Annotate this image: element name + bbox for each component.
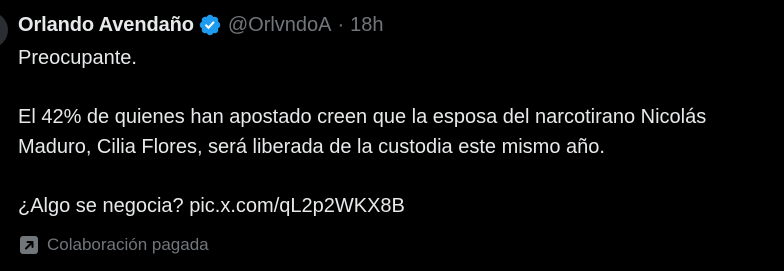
verified-badge-icon[interactable] xyxy=(198,13,222,37)
arrow-up-right-square-icon xyxy=(18,234,40,256)
tweet-header: Orlando Avendaño @OrlvndoA · 18h xyxy=(18,10,384,40)
avatar[interactable] xyxy=(0,12,8,48)
tweet-time[interactable]: 18h xyxy=(350,14,383,37)
tweet-paragraph: Preocupante. xyxy=(18,47,137,69)
header-separator: · xyxy=(337,13,345,36)
author-handle[interactable]: @OrlvndoA xyxy=(228,14,332,37)
tweet-question: ¿Algo se negocia? xyxy=(18,194,190,217)
tweet-text: Preocupante. El 42% de quienes han apost… xyxy=(18,44,778,221)
tweet-paragraph: El 42% de quienes han apostado creen que… xyxy=(18,106,707,158)
paid-partnership-label[interactable]: Colaboración pagada xyxy=(18,234,209,256)
author-name[interactable]: Orlando Avendaño xyxy=(18,14,194,37)
tweet-paragraph: ¿Algo se negocia? pic.x.com/qL2p2WKX8B xyxy=(18,192,778,222)
paid-label: Colaboración pagada xyxy=(47,235,209,254)
media-link[interactable]: pic.x.com/qL2p2WKX8B xyxy=(189,195,405,217)
